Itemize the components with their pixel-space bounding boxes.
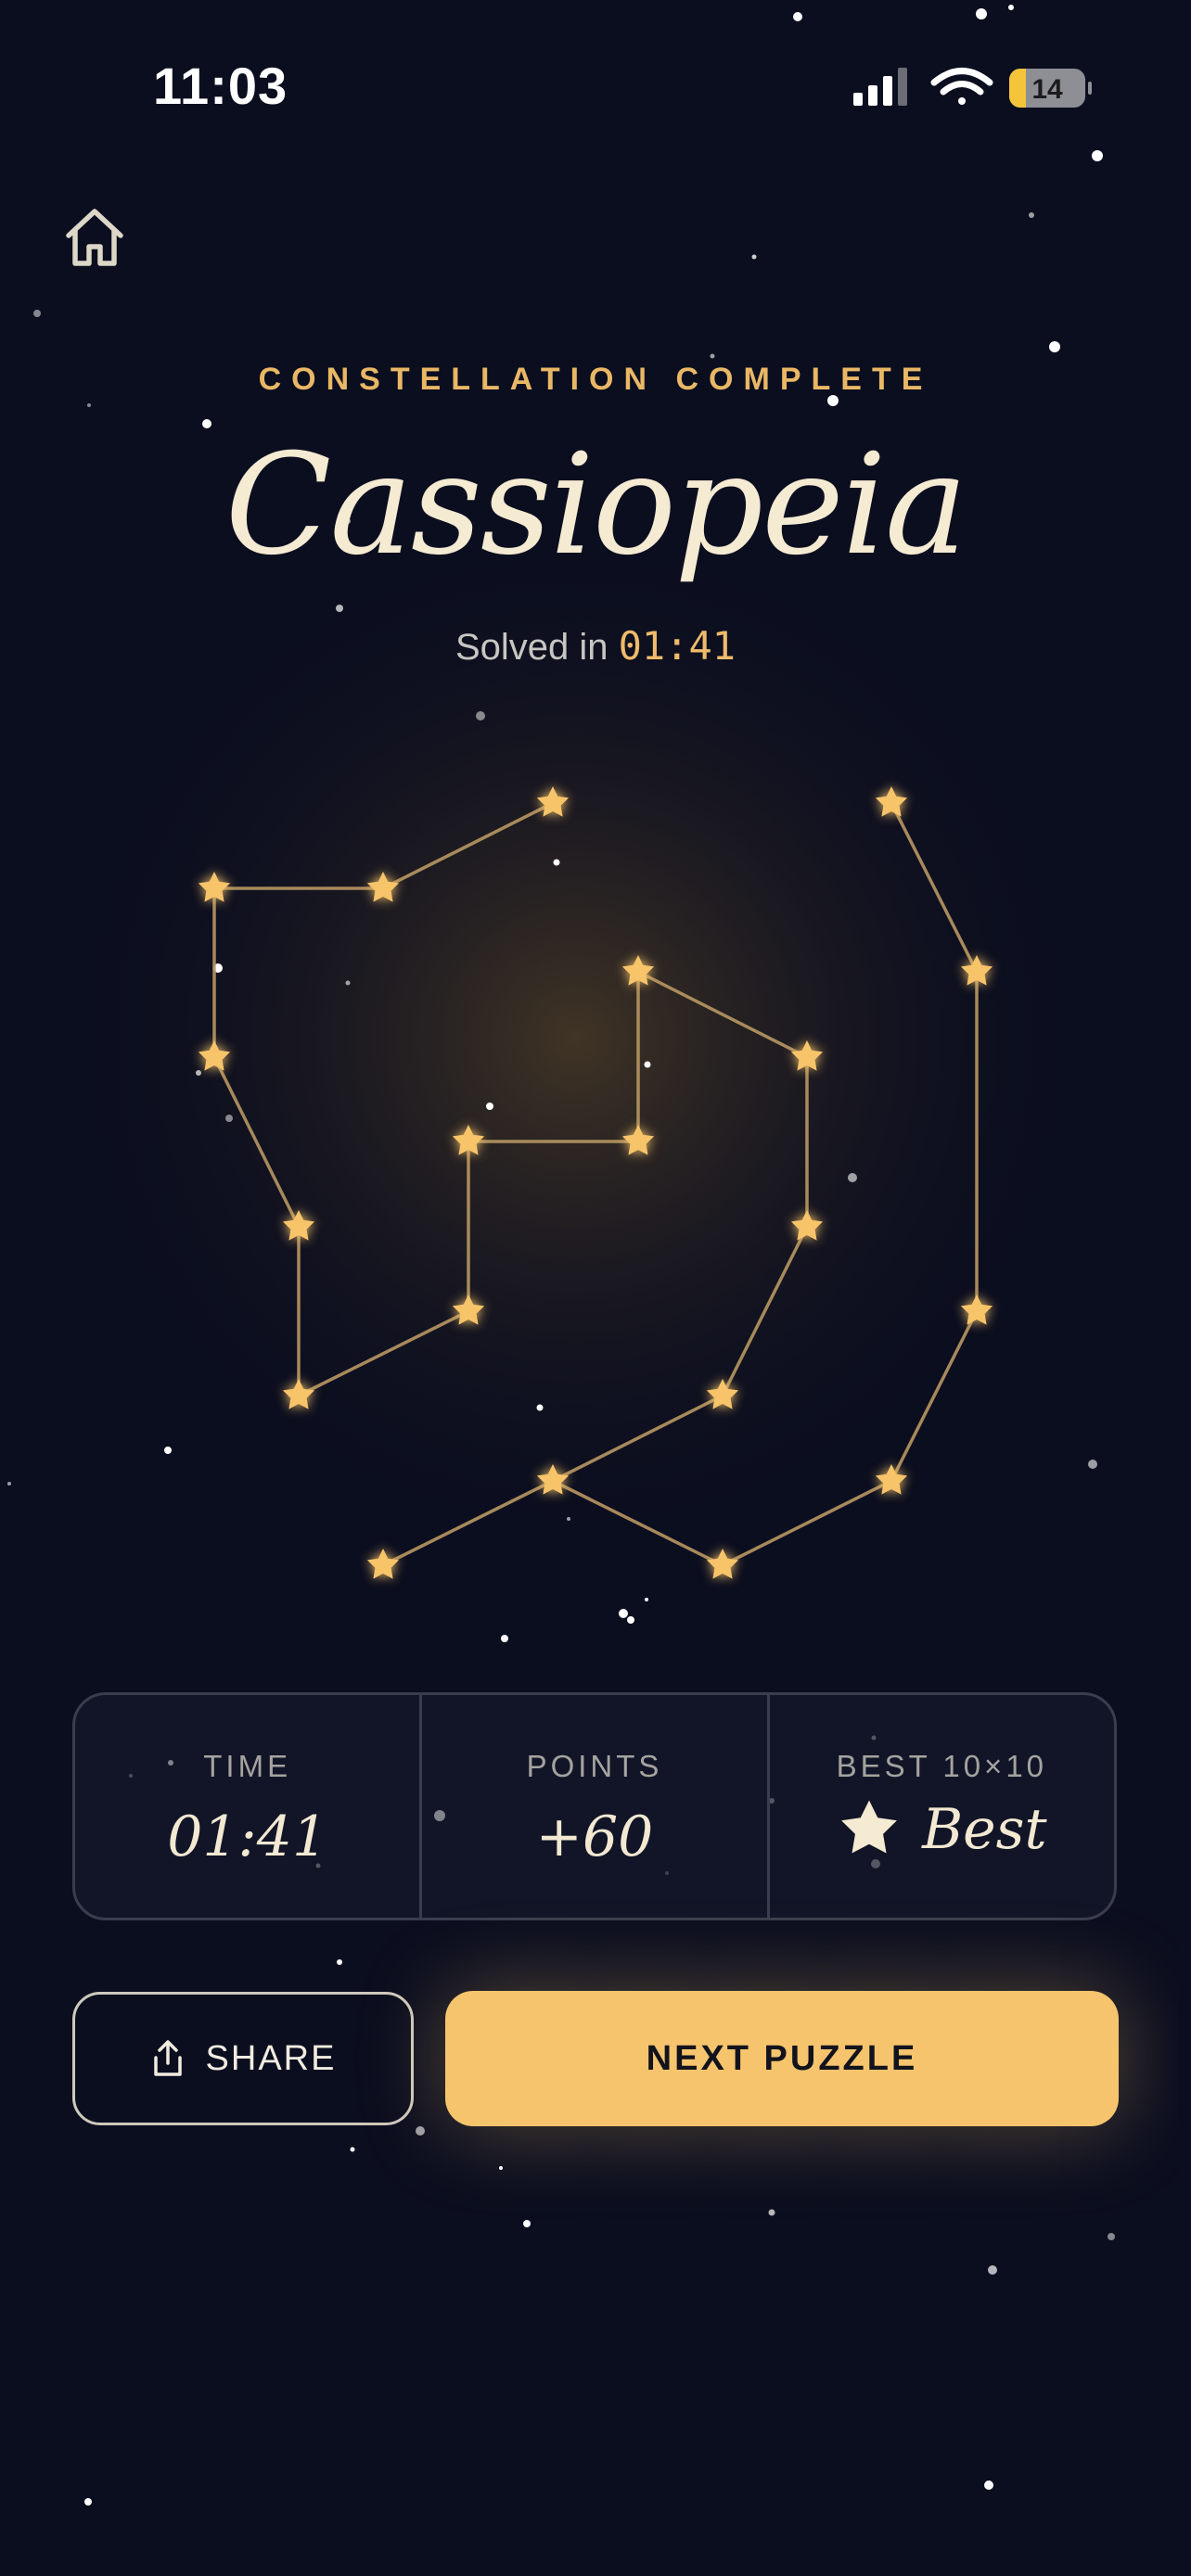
stat-best: BEST 10×10 Best	[766, 1695, 1114, 1918]
stat-points-value: +60	[535, 1804, 654, 1869]
constellation-diagram	[198, 786, 993, 1579]
star-node	[366, 872, 400, 902]
share-icon	[153, 2040, 182, 2076]
star-node	[198, 1040, 231, 1071]
star-node	[790, 1210, 824, 1241]
star-node	[452, 1294, 485, 1325]
star-node	[621, 1125, 655, 1155]
star-node	[960, 1294, 993, 1325]
stat-best-value: Best	[922, 1797, 1047, 1862]
star-node	[536, 786, 570, 817]
stat-time-value: 01:41	[167, 1804, 328, 1869]
star-node	[366, 1549, 400, 1579]
share-button-label: SHARE	[205, 2038, 337, 2078]
results-stats-card: TIME 01:41 POINTS +60 BEST 10×10 Best	[72, 1692, 1117, 1920]
star-icon	[841, 1800, 897, 1854]
star-node	[706, 1549, 739, 1579]
share-button[interactable]: SHARE	[72, 1992, 414, 2125]
constellation-lines	[212, 801, 979, 1567]
star-node	[875, 1464, 908, 1495]
stat-points: POINTS +60	[419, 1695, 766, 1918]
star-node	[875, 786, 908, 817]
stat-best-row: Best	[770, 1797, 1114, 1862]
star-node	[706, 1379, 739, 1409]
stat-points-label: POINTS	[526, 1749, 663, 1783]
stat-time-label: TIME	[203, 1749, 292, 1783]
next-puzzle-label: NEXT PUZZLE	[646, 2038, 918, 2078]
next-puzzle-button[interactable]: NEXT PUZZLE	[445, 1991, 1119, 2126]
star-node	[536, 1464, 570, 1495]
star-node	[282, 1379, 315, 1409]
stat-best-label: BEST 10×10	[836, 1749, 1048, 1783]
stat-time: TIME 01:41	[75, 1695, 419, 1918]
